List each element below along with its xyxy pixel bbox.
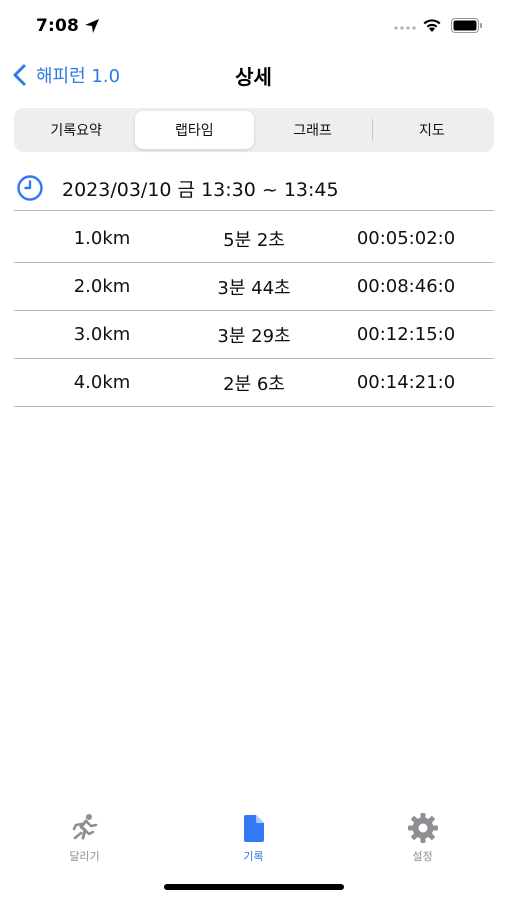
tab-running[interactable]: 달리기 xyxy=(0,812,169,872)
lap-elapsed: 00:12:15:0 xyxy=(356,324,456,345)
lap-elapsed: 00:05:02:0 xyxy=(356,228,456,249)
session-datetime: 2023/03/10 금 13:30 ~ 13:45 xyxy=(62,178,339,201)
gear-icon xyxy=(407,813,438,843)
location-arrow-icon xyxy=(85,19,99,33)
session-date-row: 2023/03/10 금 13:30 ~ 13:45 xyxy=(14,168,494,208)
status-time: 7:08 xyxy=(36,16,80,36)
segment-graph[interactable]: 그래프 xyxy=(254,111,372,149)
lap-table: 1.0km 5분 2초 00:05:02:0 2.0km 3분 44초 00:0… xyxy=(14,215,494,407)
lap-distance: 3.0km xyxy=(73,324,131,345)
tab-label: 기록 xyxy=(243,850,264,863)
signal-dots-icon xyxy=(394,26,416,30)
table-row: 2.0km 3분 44초 00:08:46:0 xyxy=(14,263,494,311)
segmented-control: 기록요약 랩타임 그래프 지도 xyxy=(14,108,494,152)
running-person-icon xyxy=(72,814,97,840)
tab-bar: 달리기 기록 설정 xyxy=(0,812,507,872)
divider xyxy=(14,210,494,211)
wifi-icon xyxy=(423,19,441,32)
lap-split: 5분 2초 xyxy=(223,229,285,251)
tab-records[interactable]: 기록 xyxy=(169,812,338,872)
lap-split: 2분 6초 xyxy=(223,373,285,395)
segment-label: 기록요약 xyxy=(50,123,102,139)
lap-split: 3분 44초 xyxy=(217,277,291,299)
navigation-bar: 해피런 1.0 상세 xyxy=(0,55,507,95)
tab-settings[interactable]: 설정 xyxy=(338,812,507,872)
battery-icon xyxy=(451,18,482,33)
lap-elapsed: 00:14:21:0 xyxy=(356,372,456,393)
lap-distance: 1.0km xyxy=(73,228,131,249)
segment-label: 랩타임 xyxy=(175,123,214,139)
status-bar: 7:08 xyxy=(0,0,507,50)
table-row: 1.0km 5분 2초 00:05:02:0 xyxy=(14,215,494,263)
segment-label: 지도 xyxy=(418,123,445,139)
page-title: 상세 xyxy=(235,65,272,89)
lap-distance: 4.0km xyxy=(73,372,131,393)
segment-summary[interactable]: 기록요약 xyxy=(17,111,135,149)
tab-label: 설정 xyxy=(412,850,433,863)
clock-icon xyxy=(17,175,43,201)
lap-elapsed: 00:08:46:0 xyxy=(356,276,456,297)
segment-laptime[interactable]: 랩타임 xyxy=(135,111,254,149)
segment-map[interactable]: 지도 xyxy=(373,111,491,149)
home-indicator xyxy=(164,884,344,890)
lap-split: 3분 29초 xyxy=(217,325,291,347)
segment-label: 그래프 xyxy=(293,123,332,139)
table-row: 4.0km 2분 6초 00:14:21:0 xyxy=(14,359,494,407)
document-icon xyxy=(243,815,264,842)
tab-label: 달리기 xyxy=(69,850,100,863)
table-row: 3.0km 3분 29초 00:12:15:0 xyxy=(14,311,494,359)
lap-distance: 2.0km xyxy=(73,276,131,297)
